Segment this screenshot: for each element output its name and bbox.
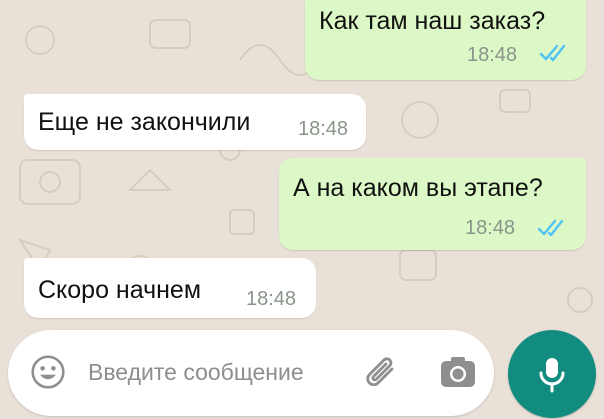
paperclip-icon[interactable] (362, 354, 402, 394)
message-text: Скоро начнем (38, 276, 202, 304)
message-bubble-outgoing[interactable]: А на каком вы этапе? 18:48 (279, 158, 586, 250)
camera-icon[interactable] (438, 352, 478, 392)
message-bubble-incoming[interactable]: Еще не закончили 18:48 (24, 94, 366, 150)
message-time: 18:48 (246, 288, 297, 310)
message-bubble-incoming[interactable]: Скоро начнем 18:48 (24, 258, 316, 318)
emoji-icon[interactable] (30, 354, 66, 390)
microphone-button[interactable] (508, 330, 596, 418)
read-ticks-icon (539, 44, 566, 62)
message-time: 18:48 (467, 44, 518, 66)
message-bubble-outgoing[interactable]: Как там наш заказ? 18:48 (305, 0, 586, 80)
message-text: Как там наш заказ? (319, 7, 546, 35)
message-time: 18:48 (298, 118, 349, 140)
microphone-icon (539, 358, 565, 393)
message-text: А на каком вы этапе? (293, 174, 543, 202)
message-input-bar: Введите сообщение (8, 330, 494, 416)
message-input[interactable]: Введите сообщение (88, 359, 304, 386)
message-time: 18:48 (465, 217, 516, 239)
message-text: Еще не закончили (38, 108, 251, 136)
read-ticks-icon (537, 219, 564, 237)
